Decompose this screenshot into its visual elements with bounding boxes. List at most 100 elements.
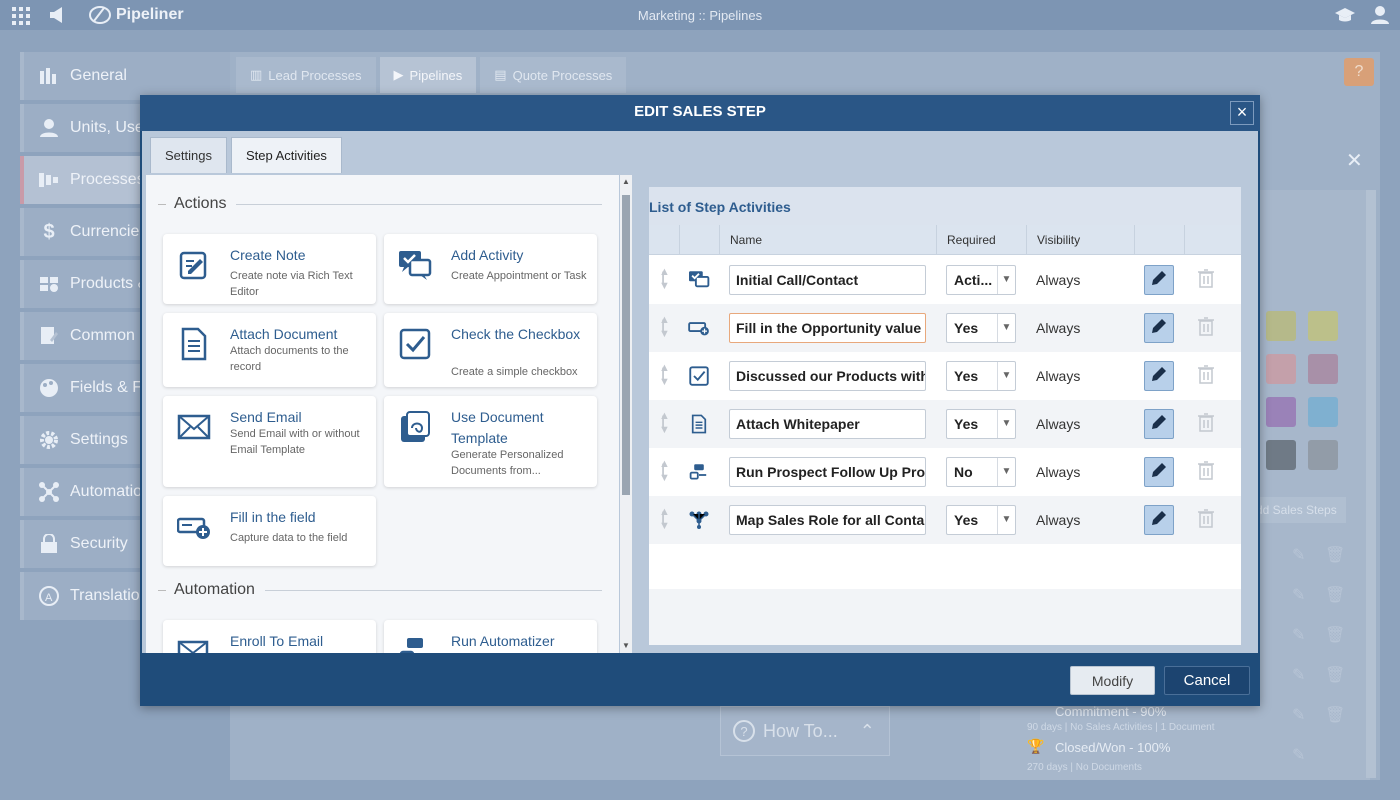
drag-handle-icon[interactable]: ▲ ┃ ▼ xyxy=(659,267,670,292)
tab-settings[interactable]: Settings xyxy=(150,137,227,173)
scroll-down-icon[interactable]: ▼ xyxy=(622,641,630,650)
required-select[interactable]: No ▼ xyxy=(946,457,1016,487)
chevron-down-icon[interactable]: ▼ xyxy=(997,506,1015,534)
color-swatch[interactable] xyxy=(1308,354,1338,384)
drag-handle-icon[interactable]: ▲ ┃ ▼ xyxy=(659,315,670,340)
color-swatch[interactable] xyxy=(1266,440,1296,470)
user-icon[interactable] xyxy=(1370,5,1390,30)
card-add-activity[interactable]: Add Activity Create Appointment or Task xyxy=(384,234,597,304)
table-row[interactable]: ▲ ┃ ▼ Initial Call/Contact Acti... ▼ Always xyxy=(649,256,1241,304)
scroll-thumb[interactable] xyxy=(622,195,630,495)
card-description: Attach documents to the record xyxy=(230,345,349,373)
edit-button[interactable] xyxy=(1144,265,1174,295)
tab-quote-processes[interactable]: ▤ Quote Processes xyxy=(480,57,627,93)
palette-scrollbar[interactable]: ▲ ▼ xyxy=(620,175,632,653)
required-select[interactable]: Yes ▼ xyxy=(946,505,1016,535)
card-title: Attach Document xyxy=(230,326,338,342)
add-sales-steps-button[interactable]: dd Sales Steps xyxy=(1250,497,1346,523)
help-button[interactable]: ? xyxy=(1344,58,1374,86)
card-run-automatizer[interactable]: Run Automatizer xyxy=(384,620,597,653)
graduation-cap-icon[interactable] xyxy=(1334,6,1356,29)
background-scrollbar[interactable] xyxy=(1366,190,1376,778)
table-row[interactable]: ▲ ┃ ▼ Map Sales Role for all Conta Yes ▼ Al… xyxy=(649,496,1241,544)
checkbox-icon xyxy=(398,327,432,361)
edit-icon[interactable]: ✎ xyxy=(1292,745,1305,765)
required-select[interactable]: Yes ▼ xyxy=(946,313,1016,343)
edit-button[interactable] xyxy=(1144,361,1174,391)
card-send-email[interactable]: Send Email Send Email with or without Em… xyxy=(163,396,376,487)
color-swatch[interactable] xyxy=(1308,311,1338,341)
question-circle-icon: ? xyxy=(733,720,755,742)
required-select[interactable]: Acti... ▼ xyxy=(946,265,1016,295)
edit-icon[interactable]: ✎ xyxy=(1292,585,1305,605)
card-fill-in-the-field[interactable]: Fill in the field Capture data to the fi… xyxy=(163,496,376,566)
card-title: Fill in the field xyxy=(230,509,316,525)
trash-icon[interactable]: 🗑 xyxy=(1325,705,1345,725)
color-swatch[interactable] xyxy=(1308,397,1338,427)
chart-bars-icon xyxy=(38,66,60,86)
color-swatch[interactable] xyxy=(1266,397,1296,427)
close-icon[interactable]: × xyxy=(1230,101,1254,125)
edit-icon[interactable]: ✎ xyxy=(1292,705,1305,725)
card-description: Create a simple checkbox xyxy=(451,366,578,378)
required-select[interactable]: Yes ▼ xyxy=(946,409,1016,439)
column-name: Name xyxy=(719,225,937,255)
activity-name-input[interactable]: Attach Whitepaper xyxy=(729,409,926,439)
table-row[interactable]: ▲ ┃ ▼ Discussed our Products with Yes ▼ Alw… xyxy=(649,352,1241,400)
cancel-button[interactable]: Cancel xyxy=(1164,666,1250,695)
edit-icon[interactable]: ✎ xyxy=(1292,545,1305,565)
edit-button[interactable] xyxy=(1144,505,1174,535)
activity-name-input[interactable]: Discussed our Products with xyxy=(729,361,926,391)
trash-icon[interactable]: 🗑 xyxy=(1325,585,1345,605)
table-row[interactable]: ▲ ┃ ▼ Attach Whitepaper Yes ▼ Always xyxy=(649,400,1241,448)
card-attach-document[interactable]: Attach Document Attach documents to the … xyxy=(163,313,376,387)
modify-button[interactable]: Modify xyxy=(1070,666,1155,695)
table-row[interactable]: ▲ ┃ ▼ Fill in the Opportunity value Yes ▼ A… xyxy=(649,304,1241,352)
drag-handle-icon[interactable]: ▲ ┃ ▼ xyxy=(659,459,670,484)
card-use-document-template[interactable]: Use Document Template Generate Personali… xyxy=(384,396,597,487)
card-create-note[interactable]: Create Note Create note via Rich Text Ed… xyxy=(163,234,376,304)
tab-lead-processes[interactable]: ▥ Lead Processes xyxy=(236,57,376,93)
delete-button[interactable] xyxy=(1198,460,1214,482)
color-swatch[interactable] xyxy=(1266,354,1296,384)
card-enroll-to-email[interactable]: Enroll To Email xyxy=(163,620,376,653)
trash-icon[interactable]: 🗑 xyxy=(1325,665,1345,685)
svg-text:A: A xyxy=(45,592,53,604)
drag-handle-icon[interactable]: ▲ ┃ ▼ xyxy=(659,411,670,436)
edit-icon[interactable]: ✎ xyxy=(1292,625,1305,645)
tab-pipelines[interactable]: ▶ Pipelines xyxy=(379,57,477,93)
color-swatch[interactable] xyxy=(1266,311,1296,341)
chevron-down-icon[interactable]: ▼ xyxy=(997,458,1015,486)
activity-name-input[interactable]: Initial Call/Contact xyxy=(729,265,926,295)
delete-button[interactable] xyxy=(1198,508,1214,530)
chevron-down-icon[interactable]: ▼ xyxy=(997,314,1015,342)
tab-step-activities[interactable]: Step Activities xyxy=(231,137,342,173)
drag-handle-icon[interactable]: ▲ ┃ ▼ xyxy=(659,507,670,532)
delete-button[interactable] xyxy=(1198,364,1214,386)
activity-name-input[interactable]: Run Prospect Follow Up Pro xyxy=(729,457,926,487)
table-row[interactable]: ▲ ┃ ▼ Run Prospect Follow Up Pro No ▼ Alway… xyxy=(649,448,1241,496)
chevron-down-icon[interactable]: ▼ xyxy=(997,266,1015,294)
color-swatch[interactable] xyxy=(1308,440,1338,470)
edit-button[interactable] xyxy=(1144,457,1174,487)
chevron-down-icon[interactable]: ▼ xyxy=(997,410,1015,438)
card-check-the-checkbox[interactable]: Check the Checkbox Create a simple check… xyxy=(384,313,597,387)
how-to-panel[interactable]: ? How To... ⌃ xyxy=(720,706,890,756)
chevron-down-icon[interactable]: ▼ xyxy=(997,362,1015,390)
background-close-icon[interactable]: ✕ xyxy=(1346,148,1363,173)
activity-name-input[interactable]: Map Sales Role for all Conta xyxy=(729,505,926,535)
visibility-value: Always xyxy=(1036,464,1081,480)
edit-button[interactable] xyxy=(1144,409,1174,439)
delete-button[interactable] xyxy=(1198,268,1214,290)
delete-button[interactable] xyxy=(1198,412,1214,434)
edit-icon[interactable]: ✎ xyxy=(1292,665,1305,685)
trash-icon[interactable]: 🗑 xyxy=(1325,625,1345,645)
edit-button[interactable] xyxy=(1144,313,1174,343)
activity-name-input[interactable]: Fill in the Opportunity value xyxy=(729,313,926,343)
drag-handle-icon[interactable]: ▲ ┃ ▼ xyxy=(659,363,670,388)
required-select[interactable]: Yes ▼ xyxy=(946,361,1016,391)
delete-button[interactable] xyxy=(1198,316,1214,338)
trash-icon[interactable]: 🗑 xyxy=(1325,545,1345,565)
scroll-up-icon[interactable]: ▲ xyxy=(622,177,630,186)
sidebar-item-general[interactable]: General xyxy=(20,52,230,100)
